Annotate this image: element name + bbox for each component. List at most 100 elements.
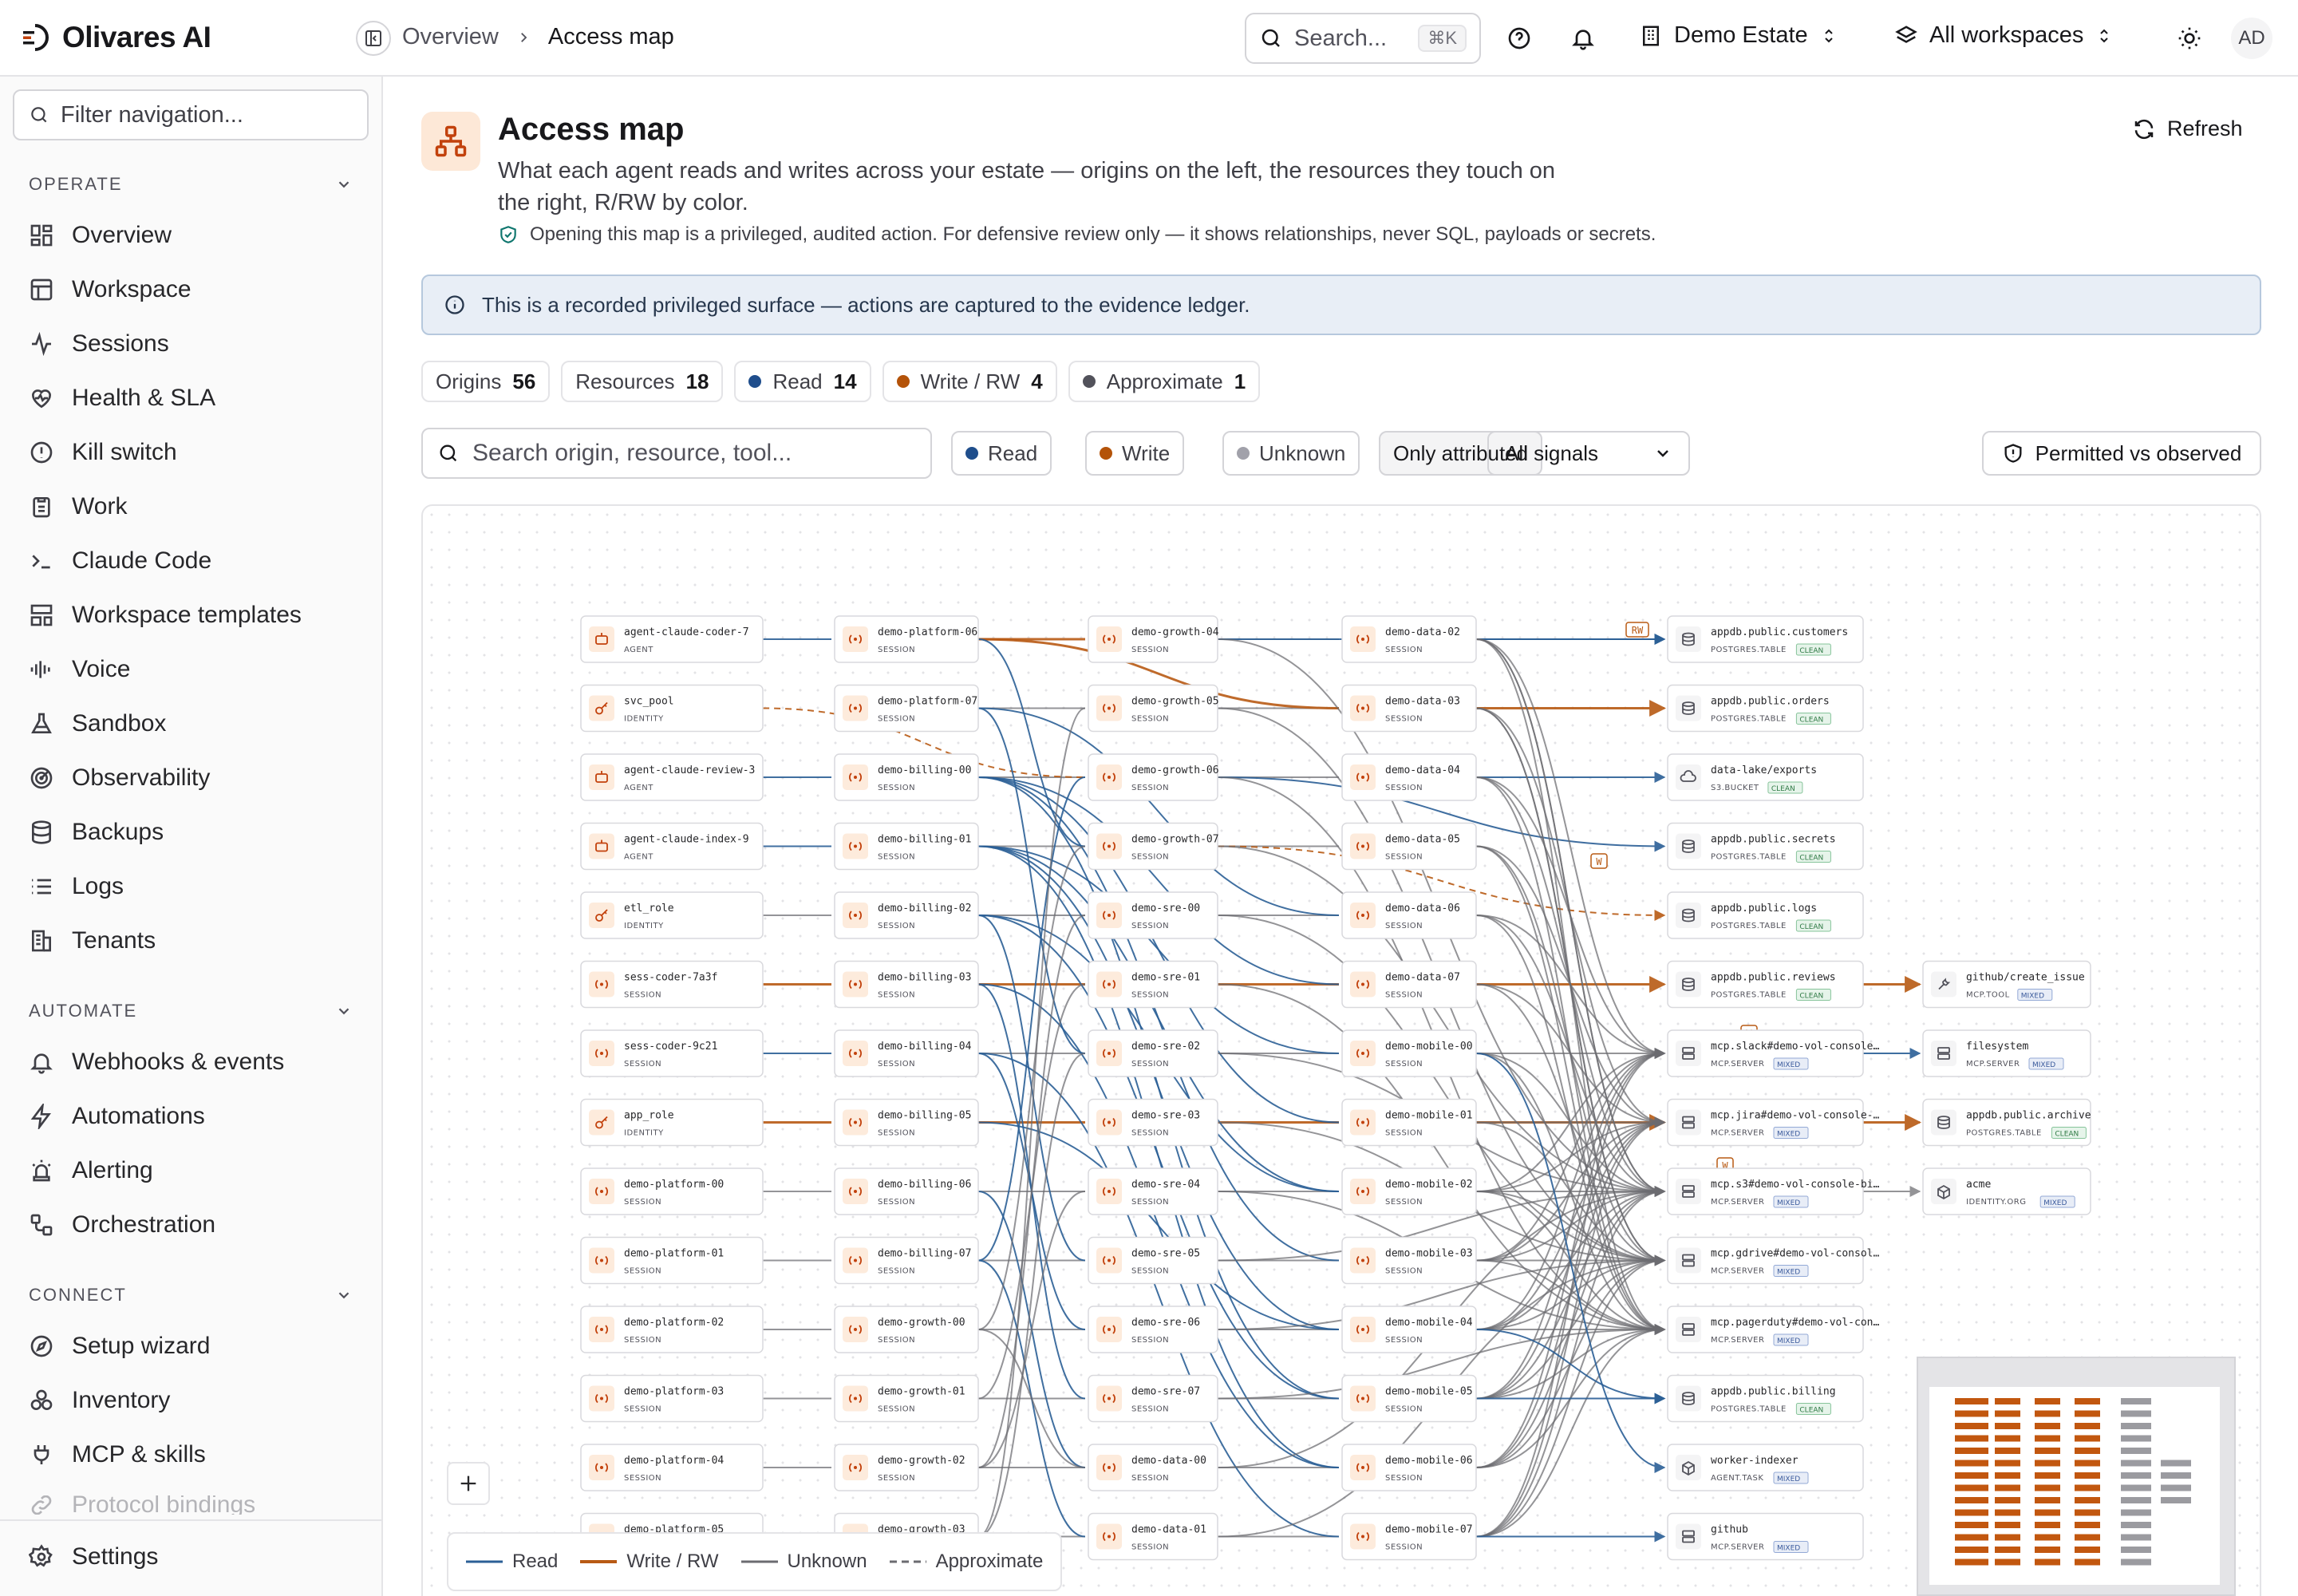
graph-node[interactable]: demo-platform-00 SESSION (580, 1167, 764, 1215)
graph-node[interactable]: demo-platform-06 SESSION (834, 615, 979, 663)
graph-node[interactable]: worker-indexer AGENT.TASK MIXED (1667, 1444, 1864, 1491)
refresh-button[interactable]: Refresh (2132, 117, 2243, 141)
section-operate[interactable]: OPERATE (29, 174, 353, 195)
sidebar-item-workspace-templates[interactable]: Workspace templates (29, 602, 302, 629)
graph-node[interactable]: svc_pool IDENTITY (580, 684, 764, 733)
graph-node[interactable]: demo-growth-04 SESSION (1088, 615, 1219, 663)
permitted-vs-observed-button[interactable]: Permitted vs observed (1982, 431, 2261, 476)
graph-node[interactable]: demo-mobile-05 SESSION (1341, 1374, 1477, 1423)
graph-node[interactable]: demo-platform-04 SESSION (580, 1444, 764, 1491)
sidebar-item-orchestration[interactable]: Orchestration (29, 1211, 215, 1238)
graph-node[interactable]: demo-billing-00 SESSION (834, 753, 979, 801)
section-connect[interactable]: CONNECT (29, 1285, 353, 1306)
graph-node[interactable]: demo-sre-03 SESSION (1088, 1098, 1218, 1147)
signals-select[interactable]: All signals (1487, 431, 1690, 476)
sidebar-item-kill-switch[interactable]: Kill switch (29, 439, 177, 466)
graph-node[interactable]: demo-billing-06 SESSION (834, 1167, 979, 1215)
graph-node[interactable]: etl_role IDENTITY (580, 891, 764, 939)
graph-node[interactable]: demo-sre-07 SESSION (1088, 1374, 1218, 1423)
graph-node[interactable]: appdb.public.secrets POSTGRES.TABLE CLEAN (1667, 822, 1864, 871)
filter-unknown-chip[interactable]: Unknown (1222, 431, 1360, 476)
section-automate[interactable]: AUTOMATE (29, 1001, 353, 1021)
edge-unknown[interactable] (1475, 1324, 1666, 1538)
graph-node[interactable]: demo-sre-00 SESSION (1088, 891, 1218, 939)
sidebar-item-settings[interactable]: Settings (29, 1543, 158, 1570)
graph-node[interactable]: demo-platform-02 SESSION (580, 1306, 764, 1353)
graph-node[interactable]: acme IDENTITY.ORG MIXED (1922, 1167, 2091, 1215)
sidebar-item-alerting[interactable]: Alerting (29, 1157, 153, 1184)
sidebar-item-setup-wizard[interactable]: Setup wizard (29, 1333, 210, 1360)
sidebar-item-protocol-bindings[interactable]: Protocol bindings (29, 1495, 255, 1515)
graph-node[interactable]: demo-growth-02 SESSION (834, 1444, 979, 1491)
org-selector[interactable]: Demo Estate (1639, 22, 1838, 49)
graph-node[interactable]: demo-platform-07 SESSION (834, 684, 979, 733)
graph-node[interactable]: appdb.public.orders POSTGRES.TABLE CLEAN (1667, 684, 1864, 733)
graph-node[interactable]: demo-platform-03 SESSION (580, 1374, 764, 1423)
graph-node[interactable]: demo-sre-02 SESSION (1088, 1029, 1218, 1077)
theme-toggle-button[interactable] (2172, 21, 2207, 56)
graph-node[interactable]: demo-billing-05 SESSION (834, 1098, 979, 1147)
sidebar-item-health[interactable]: Health & SLA (29, 385, 215, 412)
graph-node[interactable]: demo-mobile-01 SESSION (1341, 1098, 1477, 1147)
sidebar-item-backups[interactable]: Backups (29, 819, 164, 846)
sidebar-item-work[interactable]: Work (29, 493, 127, 520)
edge-read[interactable] (977, 1121, 1340, 1330)
graph-node[interactable]: demo-data-01 SESSION (1088, 1512, 1218, 1561)
graph-node[interactable]: demo-mobile-07 SESSION (1341, 1512, 1477, 1561)
graph-node[interactable]: demo-growth-07 SESSION (1088, 822, 1219, 871)
graph-node[interactable]: agent-claude-review-3 AGENT (580, 753, 764, 801)
graph-node[interactable]: data-lake/exports S3.BUCKET CLEAN (1667, 753, 1864, 801)
sidebar-item-logs[interactable]: Logs (29, 873, 124, 900)
graph-node[interactable]: demo-billing-04 SESSION (834, 1029, 979, 1077)
edge-read[interactable] (977, 845, 1340, 1468)
graph-node[interactable]: github MCP.SERVER MIXED (1667, 1512, 1864, 1561)
user-avatar[interactable]: AD (2231, 18, 2272, 59)
graph-node[interactable]: demo-platform-01 SESSION (580, 1236, 764, 1285)
brand[interactable]: Olivares AI (21, 21, 211, 54)
sidebar-item-voice[interactable]: Voice (29, 656, 130, 683)
graph-node[interactable]: app_role IDENTITY (580, 1098, 764, 1147)
graph-node[interactable]: demo-billing-02 SESSION (834, 891, 979, 939)
graph-node[interactable]: demo-data-05 SESSION (1341, 822, 1477, 871)
graph-node[interactable]: demo-sre-05 SESSION (1088, 1236, 1218, 1285)
graph-node[interactable]: demo-billing-01 SESSION (834, 822, 979, 871)
graph-node[interactable]: demo-sre-04 SESSION (1088, 1167, 1218, 1215)
graph-node[interactable]: demo-billing-07 SESSION (834, 1236, 979, 1285)
graph-node[interactable]: github/create_issue MCP.TOOL MIXED (1922, 960, 2091, 1009)
graph-node[interactable]: demo-billing-03 SESSION (834, 960, 979, 1009)
graph-node[interactable]: mcp.pagerduty#demo-vol-con… MCP.SERVER MIX… (1667, 1306, 1879, 1353)
graph-node[interactable]: mcp.gdrive#demo-vol-consol… MCP.SERVER MIX… (1667, 1236, 1879, 1285)
graph-node[interactable]: demo-data-00 SESSION (1088, 1444, 1218, 1491)
graph-node[interactable]: appdb.public.archive POSTGRES.TABLE CLEAN (1922, 1098, 2091, 1147)
graph-node[interactable]: appdb.public.billing POSTGRES.TABLE CLEAN (1667, 1374, 1864, 1423)
graph-node[interactable]: demo-growth-05 SESSION (1088, 684, 1219, 733)
graph-node[interactable]: demo-mobile-02 SESSION (1341, 1167, 1477, 1215)
notifications-button[interactable] (1566, 21, 1601, 56)
graph-node[interactable]: appdb.public.customers POSTGRES.TABLE CLEA… (1667, 615, 1864, 663)
access-map-canvas[interactable]: RWWWWagent-claude-coder-7AGENTsvc_poolID… (421, 504, 2261, 1596)
sidebar-item-automations[interactable]: Automations (29, 1103, 205, 1130)
breadcrumb-parent[interactable]: Overview (402, 24, 499, 50)
graph-node[interactable]: demo-data-04 SESSION (1341, 753, 1477, 801)
graph-node[interactable]: filesystem MCP.SERVER MIXED (1922, 1029, 2091, 1077)
minimap[interactable] (1917, 1357, 2236, 1596)
graph-node[interactable]: demo-mobile-00 SESSION (1341, 1029, 1477, 1077)
sidebar-item-sandbox[interactable]: Sandbox (29, 710, 166, 737)
graph-node[interactable]: mcp.jira#demo-vol-console-… MCP.SERVER MIX… (1667, 1098, 1879, 1147)
sidebar-item-claude-code[interactable]: Claude Code (29, 547, 211, 575)
filter-navigation-input[interactable]: Filter navigation... (13, 89, 369, 140)
graph-node[interactable]: sess-coder-7a3f SESSION (580, 960, 764, 1009)
graph-node[interactable]: demo-data-03 SESSION (1341, 684, 1477, 733)
sidebar-item-overview[interactable]: Overview (29, 222, 172, 249)
graph-node[interactable]: demo-sre-01 SESSION (1088, 960, 1218, 1009)
help-button[interactable] (1502, 21, 1537, 56)
sidebar-item-workspace[interactable]: Workspace (29, 276, 192, 303)
graph-node[interactable]: demo-growth-01 SESSION (834, 1374, 979, 1423)
sidebar-item-observability[interactable]: Observability (29, 764, 210, 792)
edge-read[interactable] (977, 707, 1086, 1054)
graph-node[interactable]: demo-sre-06 SESSION (1088, 1306, 1218, 1353)
graph-node[interactable]: demo-data-06 SESSION (1341, 891, 1477, 939)
graph-node[interactable]: appdb.public.logs POSTGRES.TABLE CLEAN (1667, 891, 1864, 939)
graph-node[interactable]: agent-claude-coder-7 AGENT (580, 615, 764, 663)
graph-node[interactable]: demo-data-02 SESSION (1341, 615, 1477, 663)
